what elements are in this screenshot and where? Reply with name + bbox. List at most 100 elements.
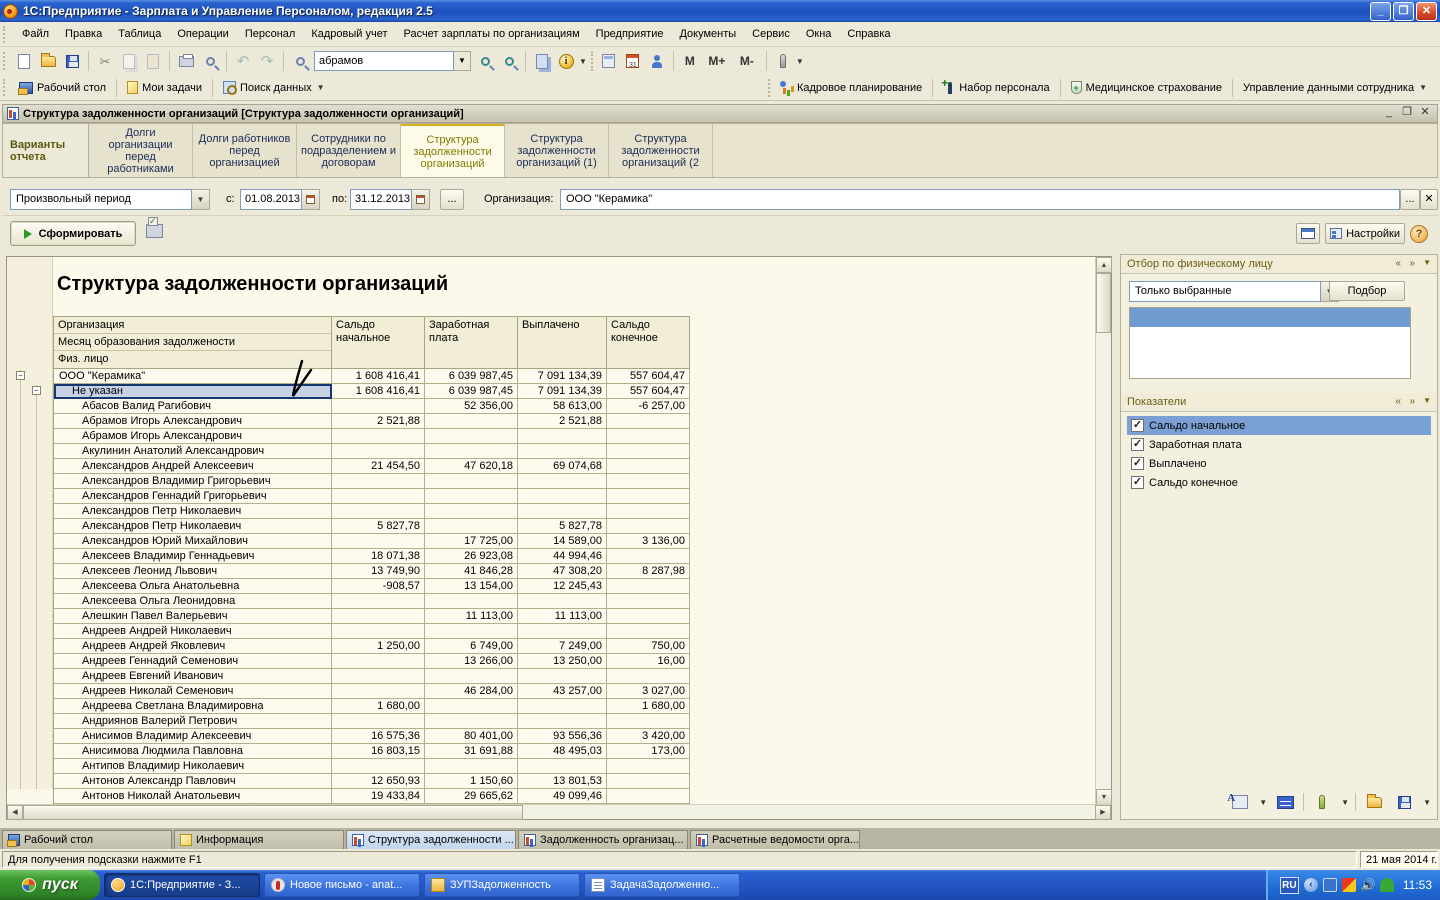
search-combobox[interactable]: абрамов ▼ bbox=[314, 51, 471, 71]
user-monitor-button[interactable] bbox=[646, 50, 668, 72]
font-format-dropdown-arrow[interactable]: ▼ bbox=[1259, 798, 1267, 807]
date-to-value[interactable]: 31.12.2013 bbox=[350, 189, 412, 210]
row-name-cell[interactable]: Андриянов Валерий Петрович bbox=[54, 714, 332, 729]
table-row[interactable]: Александров Петр Николаевич bbox=[54, 504, 690, 519]
panel-collapse-down-icon[interactable]: ▼ bbox=[1423, 396, 1431, 405]
report-tab-1[interactable]: Долги работников перед организацией bbox=[193, 124, 297, 177]
open-button[interactable] bbox=[37, 50, 59, 72]
volume-icon[interactable]: 🔊 bbox=[1361, 878, 1375, 892]
panel-collapse-right-icon[interactable]: » bbox=[1409, 258, 1415, 269]
period-type-combobox[interactable]: Произвольный период ▼ bbox=[10, 189, 210, 210]
pick-button[interactable]: Подбор bbox=[1329, 281, 1405, 301]
save-button[interactable] bbox=[61, 50, 83, 72]
table-row[interactable]: Александров Андрей Алексеевич21 454,5047… bbox=[54, 459, 690, 474]
data-search-dropdown-arrow[interactable]: ▼ bbox=[317, 83, 325, 92]
row-name-cell[interactable]: Андреев Геннадий Семенович bbox=[54, 654, 332, 669]
help-button[interactable]: ? bbox=[1410, 225, 1428, 243]
report-tab-2[interactable]: Сотрудники по подразделением и договорам bbox=[297, 124, 401, 177]
search-button[interactable] bbox=[289, 50, 311, 72]
new-document-button[interactable] bbox=[13, 50, 35, 72]
search-input[interactable]: абрамов bbox=[314, 51, 454, 71]
checkbox-icon[interactable]: ✓ bbox=[1131, 438, 1144, 451]
panel-collapse-right-icon[interactable]: » bbox=[1409, 396, 1415, 407]
find-prev-button[interactable] bbox=[498, 50, 520, 72]
panel-settings-button[interactable] bbox=[1311, 791, 1333, 813]
table-settings-button[interactable] bbox=[1274, 791, 1296, 813]
row-name-cell[interactable]: Алексеева Ольга Анатольевна bbox=[54, 579, 332, 594]
scroll-left-button[interactable]: ◀ bbox=[7, 805, 23, 820]
table-row[interactable]: Алексеев Леонид Львович13 749,9041 846,2… bbox=[54, 564, 690, 579]
recruiting-button[interactable]: Набор персонала bbox=[936, 77, 1056, 99]
calculator-button[interactable] bbox=[598, 50, 620, 72]
row-name-cell[interactable]: Александров Андрей Алексеевич bbox=[54, 459, 332, 474]
indicator-item-2[interactable]: ✓Выплачено bbox=[1121, 454, 1437, 473]
row-name-cell[interactable]: Анисимова Людмила Павловна bbox=[54, 744, 332, 759]
cut-button[interactable]: ✂ bbox=[94, 50, 116, 72]
save-settings-dropdown-arrow[interactable]: ▼ bbox=[1423, 798, 1431, 807]
table-row[interactable]: Андреев Геннадий Семенович13 266,0013 25… bbox=[54, 654, 690, 669]
utility-icon[interactable] bbox=[1380, 878, 1394, 892]
scroll-right-button[interactable]: ▶ bbox=[1095, 805, 1111, 820]
row-name-cell[interactable]: Акулинин Анатолий Александрович bbox=[54, 444, 332, 459]
row-name-cell[interactable]: ООО "Керамика" bbox=[54, 369, 332, 384]
desktop-panel-button[interactable]: Рабочий стол bbox=[12, 77, 113, 99]
panel-collapse-left-icon[interactable]: « bbox=[1395, 258, 1401, 269]
close-button[interactable]: ✕ bbox=[1416, 2, 1437, 21]
menu-item-9[interactable]: Сервис bbox=[744, 25, 798, 43]
report-tab-4[interactable]: Структура задолженности организаций (1) bbox=[505, 124, 609, 177]
font-format-button[interactable] bbox=[1229, 791, 1251, 813]
row-name-cell[interactable]: Алешкин Павел Валерьевич bbox=[54, 609, 332, 624]
info-dropdown-arrow[interactable]: ▼ bbox=[579, 57, 587, 66]
row-name-cell[interactable]: Андреев Андрей Яковлевич bbox=[54, 639, 332, 654]
table-row[interactable]: Анисимов Владимир Алексеевич16 575,3680 … bbox=[54, 729, 690, 744]
taskbar-task-3[interactable]: ЗадачаЗадолженно... bbox=[584, 873, 740, 897]
employee-data-dropdown-arrow[interactable]: ▼ bbox=[1419, 83, 1427, 92]
window-tab-2[interactable]: Структура задолженности ... bbox=[346, 830, 516, 849]
vertical-scroll-thumb[interactable] bbox=[1096, 273, 1111, 333]
table-row[interactable]: Андреева Светлана Владимировна1 680,001 … bbox=[54, 699, 690, 714]
paste-button[interactable] bbox=[142, 50, 164, 72]
collapse-group-button[interactable]: − bbox=[32, 386, 41, 395]
service-settings-button[interactable] bbox=[772, 50, 794, 72]
table-view-button[interactable] bbox=[1296, 223, 1320, 244]
date-from-value[interactable]: 01.08.2013 bbox=[240, 189, 302, 210]
report-tab-0[interactable]: Долги организации перед работниками bbox=[89, 124, 193, 177]
collapse-group-button[interactable]: − bbox=[16, 371, 25, 380]
row-name-cell[interactable]: Александров Геннадий Григорьевич bbox=[54, 489, 332, 504]
indicator-item-1[interactable]: ✓Заработная плата bbox=[1121, 435, 1437, 454]
menu-item-8[interactable]: Документы bbox=[671, 25, 744, 43]
report-tab-5[interactable]: Структура задолженности организаций (2 bbox=[609, 124, 713, 177]
menu-item-6[interactable]: Расчет зарплаты по организациям bbox=[395, 25, 587, 43]
date-to-calendar-button[interactable] bbox=[412, 189, 430, 210]
print-with-check-icon[interactable] bbox=[146, 224, 163, 238]
table-row[interactable]: Абрамов Игорь Александрович2 521,882 521… bbox=[54, 414, 690, 429]
table-row[interactable]: Александров Владимир Григорьевич bbox=[54, 474, 690, 489]
table-row[interactable]: Не указан1 608 416,416 039 987,457 091 1… bbox=[54, 384, 690, 399]
row-name-cell[interactable]: Александров Петр Николаевич bbox=[54, 519, 332, 534]
memory-mminus-button[interactable]: М- bbox=[733, 50, 761, 72]
table-row[interactable]: ООО "Керамика"1 608 416,416 039 987,457 … bbox=[54, 369, 690, 384]
person-filter-value[interactable]: Только выбранные bbox=[1129, 281, 1321, 302]
period-type-dropdown-button[interactable]: ▼ bbox=[192, 189, 210, 210]
service-dropdown-arrow[interactable]: ▼ bbox=[796, 57, 804, 66]
menu-item-4[interactable]: Персонал bbox=[237, 25, 304, 43]
horizontal-scrollbar[interactable]: ◀ ▶ bbox=[7, 804, 1111, 819]
menu-item-1[interactable]: Правка bbox=[57, 25, 110, 43]
row-name-cell[interactable]: Александров Владимир Григорьевич bbox=[54, 474, 332, 489]
settings-button[interactable]: Настройки bbox=[1325, 223, 1405, 244]
table-row[interactable]: Александров Геннадий Григорьевич bbox=[54, 489, 690, 504]
report-minimize-button[interactable]: _ bbox=[1381, 106, 1397, 121]
panel-settings-dropdown-arrow[interactable]: ▼ bbox=[1341, 798, 1349, 807]
report-close-button[interactable]: ✕ bbox=[1417, 106, 1433, 121]
window-tab-4[interactable]: Расчетные ведомости орга... bbox=[690, 830, 860, 849]
period-type-value[interactable]: Произвольный период bbox=[10, 189, 192, 210]
print-preview-button[interactable] bbox=[199, 50, 221, 72]
organization-clear-button[interactable]: ✕ bbox=[1420, 189, 1438, 210]
row-name-cell[interactable]: Алексеев Владимир Геннадьевич bbox=[54, 549, 332, 564]
print-button[interactable] bbox=[175, 50, 197, 72]
date-to-field[interactable]: 31.12.2013 bbox=[350, 189, 430, 210]
row-name-cell[interactable]: Алексеева Ольга Леонидовна bbox=[54, 594, 332, 609]
row-name-cell[interactable]: Андреев Андрей Николаевич bbox=[54, 624, 332, 639]
redo-button[interactable]: ↷ bbox=[256, 50, 278, 72]
row-name-cell[interactable]: Александров Петр Николаевич bbox=[54, 504, 332, 519]
